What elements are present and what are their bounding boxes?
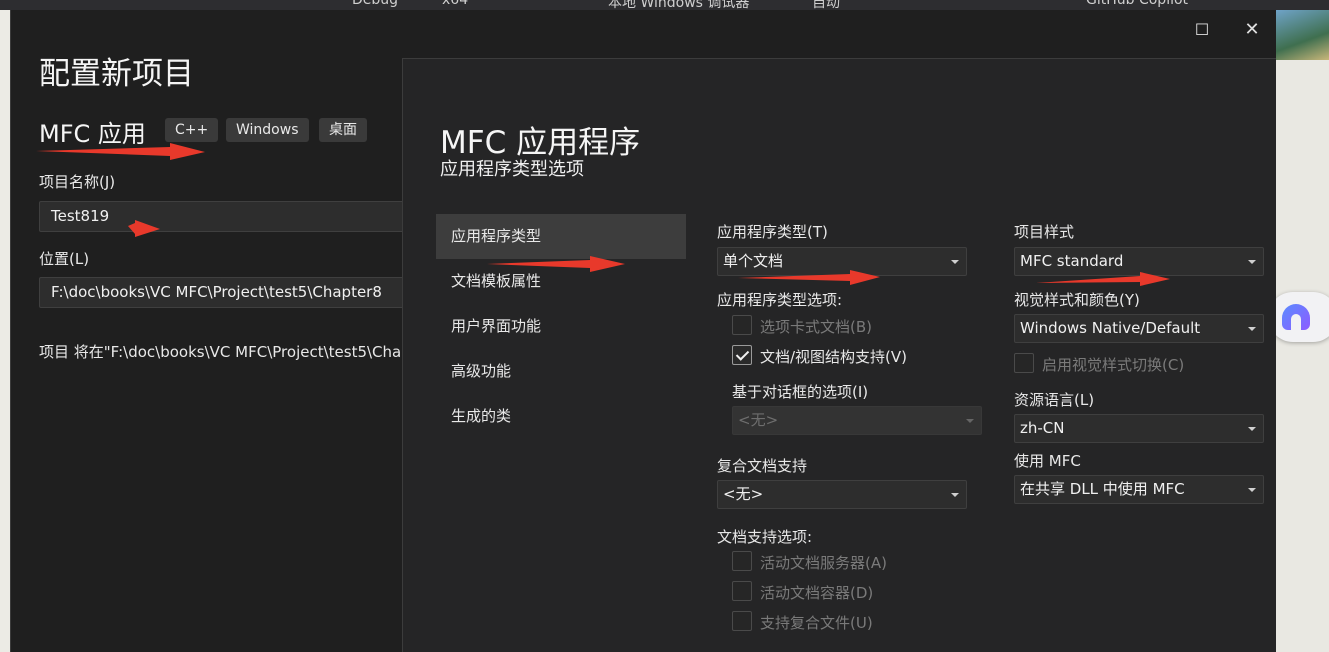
doc-support-label: 文档支持选项: xyxy=(717,528,813,546)
auto-target[interactable]: 自动 xyxy=(812,0,840,10)
use-mfc-value: 在共享 DLL 中使用 MFC xyxy=(1020,480,1185,498)
nav-item-ui-features[interactable]: 用户界面功能 xyxy=(436,304,686,349)
location-label: 位置(L) xyxy=(39,250,90,268)
maximize-button[interactable]: ☐ xyxy=(1187,18,1217,42)
assistant-floating-button[interactable] xyxy=(1268,292,1329,342)
nav-item-advanced[interactable]: 高级功能 xyxy=(436,349,686,394)
dialog-options-select[interactable]: <无> xyxy=(732,406,982,435)
visual-style-value: Windows Native/Default xyxy=(1020,319,1201,337)
doc-view-checkbox[interactable] xyxy=(732,345,752,365)
tag-windows: Windows xyxy=(226,118,309,142)
wizard-subtitle: 应用程序类型选项 xyxy=(440,159,584,180)
visual-switch-checkbox[interactable] xyxy=(1014,353,1034,373)
use-mfc-label: 使用 MFC xyxy=(1014,452,1081,470)
config-dropdown[interactable]: Debug xyxy=(352,0,398,8)
compound-file-checkbox[interactable] xyxy=(732,611,752,631)
compound-doc-value: <无> xyxy=(723,485,764,503)
active-doc-container-checkbox[interactable] xyxy=(732,581,752,601)
location-input[interactable]: F:\doc\books\VC MFC\Project\test5\Chapte… xyxy=(39,277,431,308)
project-style-value: MFC standard xyxy=(1020,252,1124,270)
assistant-icon xyxy=(1282,304,1310,330)
close-button[interactable]: ✕ xyxy=(1237,18,1267,42)
project-style-label: 项目样式 xyxy=(1014,223,1075,241)
project-name-input[interactable]: Test819 xyxy=(39,201,431,232)
resource-lang-select[interactable]: zh-CN xyxy=(1014,414,1264,443)
wallpaper-image xyxy=(1276,10,1329,60)
background-editor-edge xyxy=(0,10,10,652)
platform-dropdown[interactable]: x64 xyxy=(442,0,468,8)
tabbed-docs-checkbox[interactable] xyxy=(732,315,752,335)
visual-style-label: 视觉样式和颜色(Y) xyxy=(1014,291,1140,309)
chevron-down-icon xyxy=(1248,488,1256,492)
wizard-nav: 应用程序类型 文档模板属性 用户界面功能 高级功能 生成的类 xyxy=(436,214,686,439)
compound-file-label: 支持复合文件(U) xyxy=(760,614,873,632)
dialog-options-label: 基于对话框的选项(I) xyxy=(732,383,869,401)
app-type-select[interactable]: 单个文档 xyxy=(717,247,967,276)
use-mfc-select[interactable]: 在共享 DLL 中使用 MFC xyxy=(1014,475,1264,504)
compound-doc-select[interactable]: <无> xyxy=(717,480,967,509)
tag-desktop: 桌面 xyxy=(319,118,367,142)
dialog-options-value: <无> xyxy=(738,411,779,429)
project-name-label: 项目名称(J) xyxy=(39,173,116,191)
nav-item-doc-template[interactable]: 文档模板属性 xyxy=(436,259,686,304)
chevron-down-icon xyxy=(1248,327,1256,331)
active-doc-container-label: 活动文档容器(D) xyxy=(760,584,874,602)
debugger-target[interactable]: 本地 Windows 调试器 xyxy=(608,0,749,10)
chevron-down-icon xyxy=(1248,260,1256,264)
copilot-button[interactable]: GitHub Copilot xyxy=(1086,0,1188,8)
tabbed-docs-label: 选项卡式文档(B) xyxy=(760,318,872,336)
visual-switch-label: 启用视觉样式切换(C) xyxy=(1042,356,1185,374)
nav-item-generated-classes[interactable]: 生成的类 xyxy=(436,394,686,439)
resource-lang-value: zh-CN xyxy=(1020,419,1065,437)
chevron-down-icon xyxy=(951,493,959,497)
background-toolbar: Debug x64 本地 Windows 调试器 自动 GitHub Copil… xyxy=(0,0,1329,10)
active-doc-server-label: 活动文档服务器(A) xyxy=(760,554,887,572)
nav-item-app-type[interactable]: 应用程序类型 xyxy=(436,214,686,259)
visual-style-select[interactable]: Windows Native/Default xyxy=(1014,314,1264,343)
chevron-down-icon xyxy=(966,419,974,423)
dialog-title: 配置新项目 xyxy=(39,56,194,92)
tag-cpp: C++ xyxy=(165,118,219,142)
chevron-down-icon xyxy=(1248,427,1256,431)
resource-lang-label: 资源语言(L) xyxy=(1014,391,1095,409)
app-type-value: 单个文档 xyxy=(723,252,784,270)
app-type-options-label: 应用程序类型选项: xyxy=(717,291,843,309)
doc-view-label: 文档/视图结构支持(V) xyxy=(760,348,908,366)
project-path-note: 项目 将在"F:\doc\books\VC MFC\Project\test5\… xyxy=(39,343,402,361)
active-doc-server-checkbox[interactable] xyxy=(732,551,752,571)
mfc-wizard-panel: MFC 应用程序 应用程序类型选项 应用程序类型 文档模板属性 用户界面功能 高… xyxy=(402,58,1276,652)
compound-doc-label: 复合文档支持 xyxy=(717,457,808,475)
app-type-label: 应用程序类型(T) xyxy=(717,223,828,241)
project-style-select[interactable]: MFC standard xyxy=(1014,247,1264,276)
template-name: MFC 应用 xyxy=(39,120,146,148)
chevron-down-icon xyxy=(951,260,959,264)
